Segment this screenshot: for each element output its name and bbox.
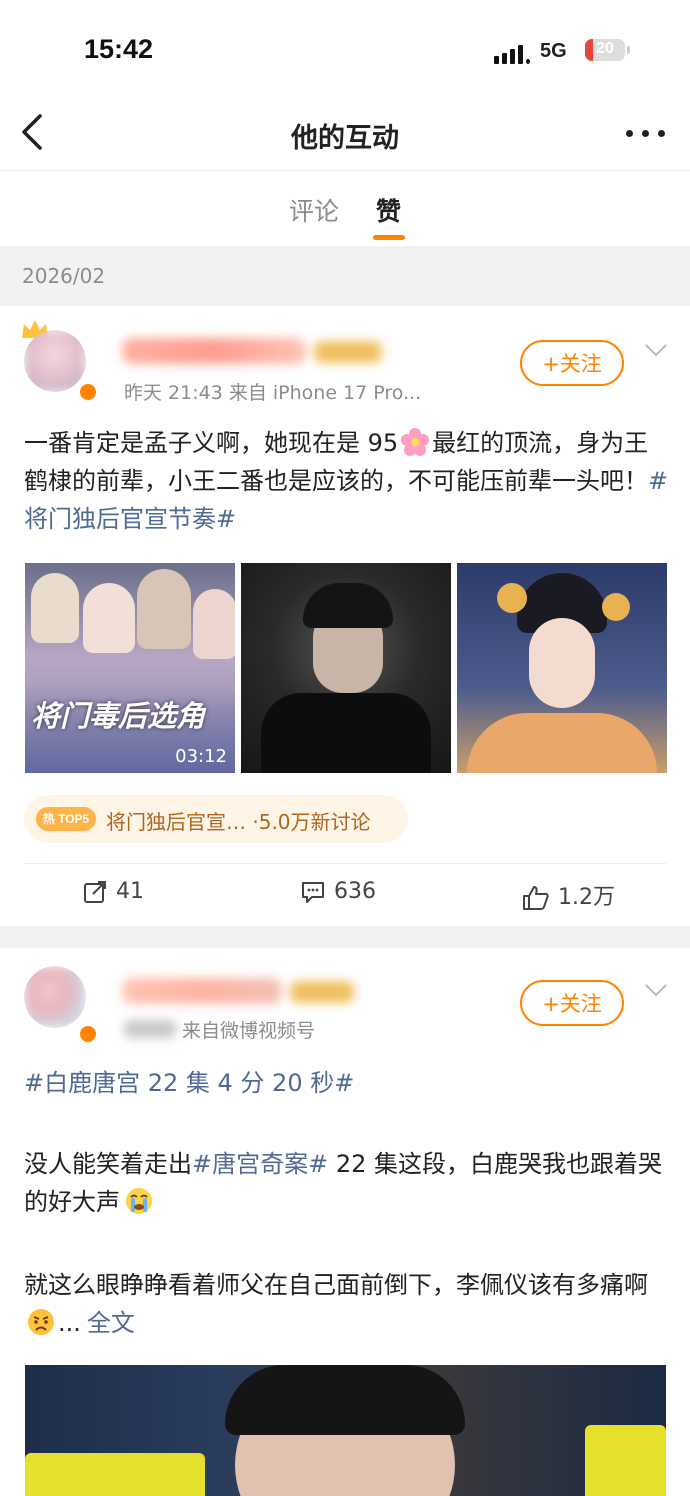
post-text-part3: 就这么眼睁睁看着师父在自己面前倒下，李佩仪该有多痛啊 (24, 1271, 648, 1299)
comment-button[interactable]: 636 (300, 879, 376, 905)
tab-comments[interactable]: 评论 (289, 192, 339, 228)
figure-shape (529, 618, 595, 708)
username[interactable] (122, 978, 282, 1004)
ellipsis: ... (58, 1309, 81, 1337)
title-shape (25, 1453, 205, 1496)
post-meta: 昨天 21:43 来自 iPhone 17 Pro... (124, 382, 422, 404)
ornament-shape (497, 583, 527, 613)
chevron-down-icon[interactable] (644, 982, 668, 997)
tab-likes[interactable]: 赞 (376, 192, 401, 228)
vip-badge-icon (78, 1024, 98, 1044)
hot-topic-pill[interactable]: 热 TOP5 将门独后官宣… ·5.0万新讨论 (24, 795, 408, 843)
battery-tip (627, 46, 630, 54)
chevron-down-icon[interactable] (644, 342, 668, 357)
follow-button[interactable]: +关注 (520, 340, 624, 386)
full-text-link[interactable]: 全文 (87, 1309, 135, 1337)
member-badge (290, 981, 354, 1003)
post-image[interactable] (241, 563, 451, 773)
more-icon[interactable] (622, 118, 670, 148)
figure-shape (31, 573, 79, 643)
member-badge (314, 341, 382, 363)
network-label: 5G (540, 40, 567, 62)
comment-icon (302, 882, 324, 903)
post-image[interactable] (25, 1365, 666, 1496)
video-thumbnail[interactable]: 将门毒后选角 03:12 (25, 563, 235, 773)
comment-count: 636 (334, 879, 376, 904)
frown-emoji-icon (26, 1307, 56, 1337)
like-count: 1.2万 (558, 885, 615, 910)
flower-icon (400, 427, 430, 457)
date-group-header: 2026/02 (0, 246, 690, 306)
ornament-shape (602, 593, 630, 621)
post-source: 来自微博视频号 (182, 1020, 316, 1042)
title-shape (585, 1425, 666, 1496)
hair-shape (225, 1365, 465, 1435)
post-text-part1: 没人能笑着走出 (24, 1150, 192, 1178)
like-icon (523, 886, 549, 910)
signal-icon (494, 44, 530, 64)
battery-level: 20 (596, 40, 614, 57)
post-body: 一番肯定是孟子义啊，她现在是 95 最红的顶流，身为王鹤棣的前辈，小王二番也是应… (24, 424, 670, 538)
figure-shape (137, 569, 191, 649)
hashtag-link[interactable]: #白鹿唐宫 22 集 4 分 20 秒# (24, 1064, 354, 1102)
post-text-part1: 一番肯定是孟子义啊，她现在是 95 (24, 429, 399, 457)
avatar[interactable] (24, 966, 86, 1028)
nav-divider (0, 170, 690, 171)
post-separator (0, 926, 690, 948)
avatar[interactable] (24, 330, 86, 392)
battery-icon: 20 (585, 39, 625, 61)
hashtag-link[interactable]: #唐宫奇案# (192, 1150, 328, 1178)
date-group-label: 2026/02 (22, 264, 106, 288)
crying-emoji-icon (124, 1186, 154, 1216)
post-time (124, 1020, 176, 1038)
video-caption: 将门毒后选角 (31, 699, 206, 733)
video-duration: 03:12 (175, 746, 227, 767)
divider (24, 863, 666, 864)
like-button[interactable]: 1.2万 (522, 879, 615, 911)
tab-active-indicator (373, 235, 405, 240)
hot-topic-text: 将门独后官宣… ·5.0万新讨论 (106, 810, 371, 834)
robe-shape (467, 713, 657, 773)
post-body: 没人能笑着走出#唐宫奇案# 22 集这段，白鹿哭我也跟着哭的好大声 (24, 1145, 670, 1221)
vip-badge-icon (78, 382, 98, 402)
figure-shape (83, 583, 135, 653)
status-time: 15:42 (84, 34, 154, 64)
repost-icon (84, 881, 106, 903)
repost-button[interactable]: 41 (82, 879, 144, 905)
figure-shape (193, 589, 235, 659)
post-body-paragraph: 就这么眼睁睁看着师父在自己面前倒下，李佩仪该有多痛啊 ... 全文 (24, 1266, 670, 1342)
follow-button[interactable]: +关注 (520, 980, 624, 1026)
repost-count: 41 (116, 879, 144, 904)
robe-shape (261, 693, 431, 773)
post-image[interactable] (457, 563, 667, 773)
page-title: 他的互动 (291, 123, 399, 154)
hot-badge: 热 TOP5 (36, 807, 96, 831)
hair-shape (303, 583, 393, 628)
username[interactable] (122, 338, 306, 364)
